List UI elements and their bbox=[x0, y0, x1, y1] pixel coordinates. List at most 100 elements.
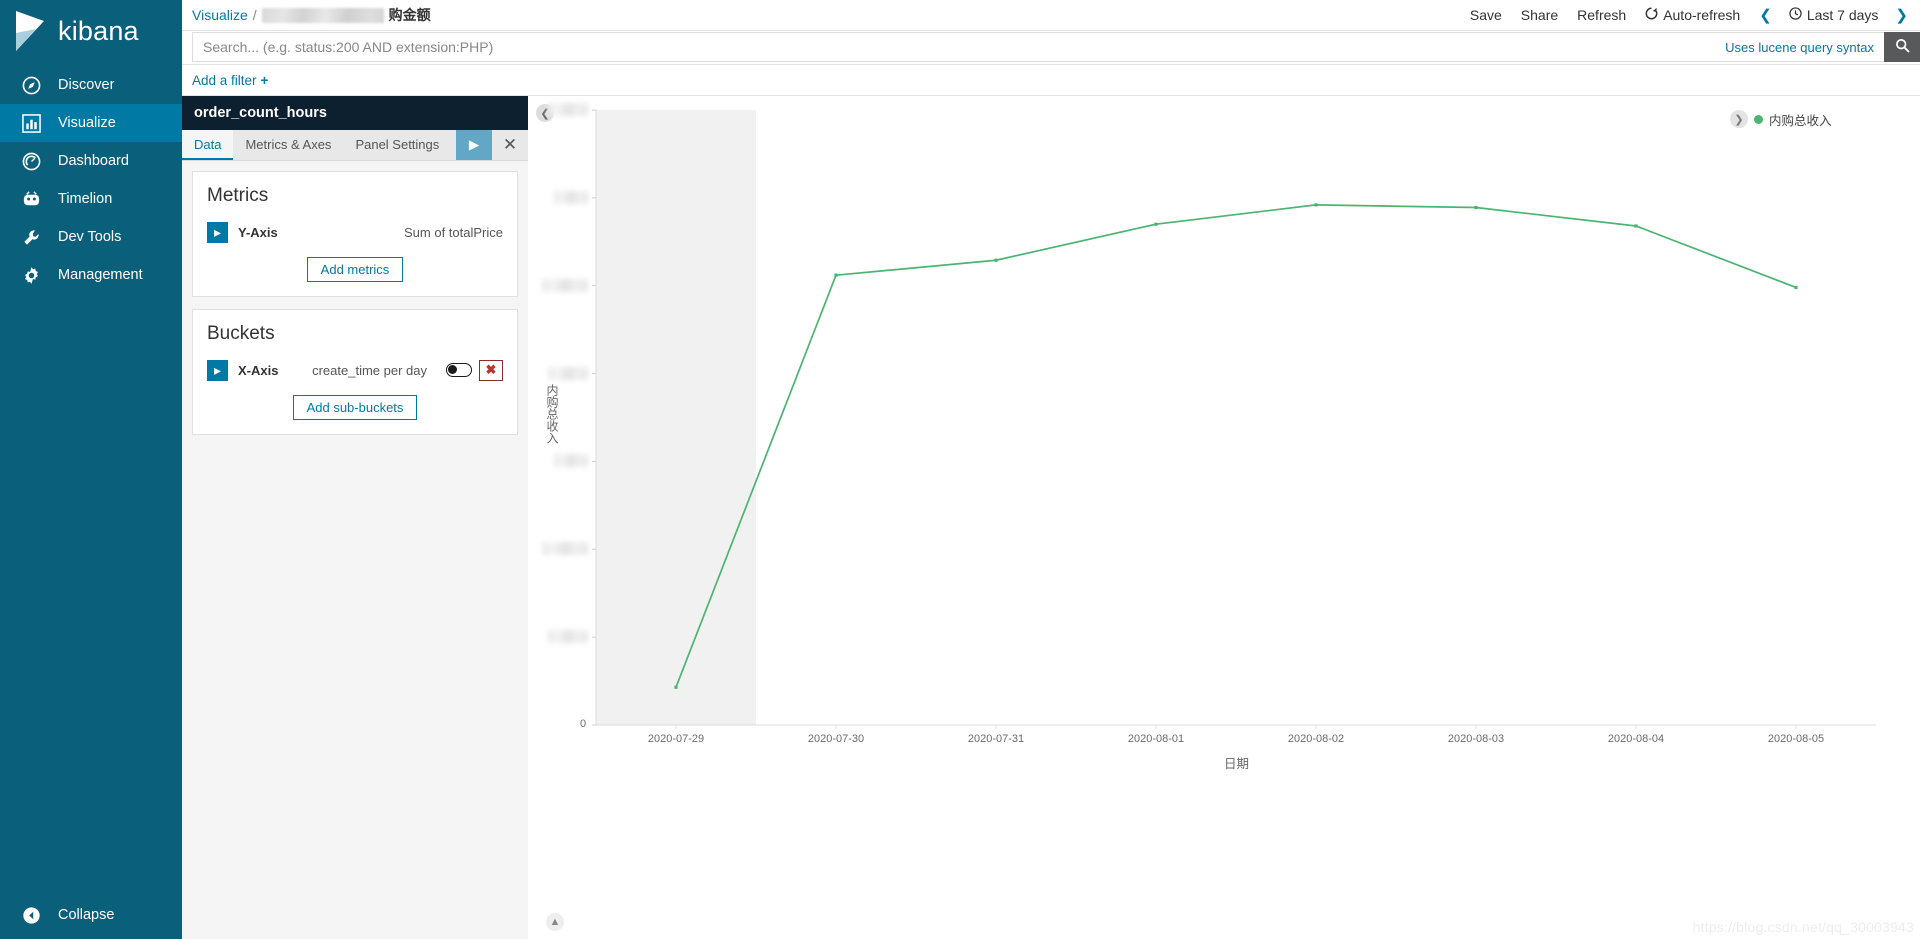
sidebar-item-label: Management bbox=[58, 267, 143, 283]
sidebar-item-dashboard[interactable]: Dashboard bbox=[0, 142, 182, 180]
play-icon: ▶ bbox=[468, 137, 480, 152]
kibana-app: kibana Discover Visualize Dashboard Time… bbox=[0, 0, 1920, 939]
add-filter-button[interactable]: Add a filter + bbox=[192, 73, 268, 88]
timelion-icon bbox=[20, 188, 42, 210]
sidebar-item-timelion[interactable]: Timelion bbox=[0, 180, 182, 218]
data-point[interactable] bbox=[1154, 222, 1158, 226]
add-metrics-button[interactable]: Add metrics bbox=[306, 257, 404, 282]
sidebar-item-label: Timelion bbox=[58, 191, 113, 207]
search-input[interactable] bbox=[203, 39, 1726, 55]
tab-data[interactable]: Data bbox=[182, 130, 234, 160]
bucket-axis-label: X-Axis bbox=[238, 362, 279, 378]
sidebar-collapse-button[interactable]: Collapse bbox=[0, 891, 182, 939]
kibana-logo-icon bbox=[14, 11, 48, 51]
query-bar: Uses lucene query syntax bbox=[182, 31, 1920, 65]
legend-label: 内购总收入 bbox=[1769, 114, 1832, 128]
filter-bar: Add a filter + bbox=[182, 65, 1920, 96]
gear-icon bbox=[20, 264, 42, 286]
data-point[interactable] bbox=[834, 273, 838, 277]
auto-refresh-button[interactable]: Auto-refresh bbox=[1645, 7, 1740, 23]
dashboard-icon bbox=[20, 150, 42, 172]
x-axis-title: 日期 bbox=[1224, 757, 1250, 771]
bucket-enable-toggle[interactable] bbox=[446, 363, 472, 377]
sidebar-item-label: Discover bbox=[58, 77, 115, 93]
time-prev-icon[interactable]: ❮ bbox=[1759, 8, 1772, 23]
lucene-syntax-link[interactable]: Uses lucene query syntax bbox=[1725, 40, 1874, 55]
bucket-row-controls: ✖ bbox=[446, 359, 503, 381]
expand-caret-icon[interactable]: ▸ bbox=[207, 359, 228, 381]
vis-title-bar: order_count_hours bbox=[182, 96, 528, 130]
y-tick-label-redacted bbox=[548, 366, 588, 380]
time-range-picker[interactable]: Last 7 days bbox=[1789, 7, 1879, 23]
y-tick-label-redacted bbox=[542, 278, 588, 292]
bucket-row-x-axis[interactable]: ▸ X-Axis create_time per day ✖ bbox=[207, 357, 503, 383]
collapse-left-icon bbox=[20, 904, 42, 926]
data-point[interactable] bbox=[1634, 224, 1638, 228]
collapse-label: Collapse bbox=[58, 907, 115, 923]
save-button[interactable]: Save bbox=[1470, 7, 1502, 23]
share-button[interactable]: Share bbox=[1521, 7, 1558, 23]
metric-row-y-axis[interactable]: ▸ Y-Axis Sum of totalPrice bbox=[207, 219, 503, 245]
y-tick-label-redacted bbox=[554, 190, 588, 204]
plus-icon: + bbox=[260, 72, 269, 88]
main-region: Visualize / 购金额 Save Share Refresh Auto-… bbox=[182, 0, 1920, 939]
metric-axis-label: Y-Axis bbox=[238, 224, 278, 240]
remove-bucket-button[interactable]: ✖ bbox=[479, 359, 503, 381]
add-filter-label: Add a filter bbox=[192, 72, 257, 88]
sidebar-item-discover[interactable]: Discover bbox=[0, 66, 182, 104]
sidebar-item-label: Dashboard bbox=[58, 153, 129, 169]
sidebar-item-label: Dev Tools bbox=[58, 229, 122, 245]
visualization-pane: ❮ ▲ 0 2020-07-29 2020-07-30 2020-07-31 202 bbox=[528, 96, 1920, 939]
metrics-actions: Add metrics bbox=[207, 257, 503, 282]
tab-metrics-axes[interactable]: Metrics & Axes bbox=[233, 130, 343, 160]
tab-label: Metrics & Axes bbox=[245, 136, 332, 152]
x-tick-label: 2020-08-01 bbox=[1127, 733, 1185, 745]
partial-bucket-shading bbox=[596, 110, 756, 725]
line-chart bbox=[592, 109, 1876, 729]
vis-title: order_count_hours bbox=[194, 105, 327, 121]
top-bar: Visualize / 购金额 Save Share Refresh Auto-… bbox=[182, 0, 1920, 31]
y-axis-title: 内购总收入 bbox=[545, 383, 559, 444]
expand-caret-icon[interactable]: ▸ bbox=[207, 221, 228, 243]
legend-item[interactable]: 内购总收入 bbox=[1754, 110, 1832, 129]
legend-collapse-icon[interactable]: ❯ bbox=[1730, 110, 1748, 128]
search-submit-button[interactable] bbox=[1884, 32, 1920, 62]
kibana-logo[interactable]: kibana bbox=[0, 0, 182, 62]
y-tick-label-redacted bbox=[548, 630, 588, 644]
data-point[interactable] bbox=[1314, 203, 1318, 207]
legend-color-swatch bbox=[1754, 115, 1763, 124]
spy-panel-bottom-icon[interactable]: ▲ bbox=[546, 913, 564, 931]
x-tick-label: 2020-08-04 bbox=[1607, 733, 1665, 745]
refresh-cycle-icon bbox=[1645, 7, 1658, 23]
editor-body: Metrics ▸ Y-Axis Sum of totalPrice Add m… bbox=[182, 161, 528, 939]
vis-editor-panel: order_count_hours Data Metrics & Axes Pa… bbox=[182, 96, 540, 939]
editor-tabs: Data Metrics & Axes Panel Settings ▶ ✕ bbox=[182, 130, 528, 161]
sidebar-item-dev-tools[interactable]: Dev Tools bbox=[0, 218, 182, 256]
kibana-wordmark: kibana bbox=[58, 15, 139, 46]
time-next-icon[interactable]: ❯ bbox=[1895, 8, 1908, 23]
data-point[interactable] bbox=[674, 685, 678, 689]
series-data-points bbox=[674, 203, 1798, 689]
sidebar-item-visualize[interactable]: Visualize bbox=[0, 104, 182, 142]
time-range-nav: ❮ Last 7 days ❯ bbox=[1759, 7, 1908, 23]
search-icon bbox=[1895, 38, 1910, 56]
discard-changes-button[interactable]: ✕ bbox=[492, 130, 528, 160]
auto-refresh-label: Auto-refresh bbox=[1663, 7, 1741, 23]
breadcrumb-visualize-link[interactable]: Visualize bbox=[192, 7, 248, 23]
time-range-label: Last 7 days bbox=[1806, 7, 1879, 23]
sidebar-item-management[interactable]: Management bbox=[0, 256, 182, 294]
refresh-button[interactable]: Refresh bbox=[1577, 7, 1626, 23]
bar-chart-icon bbox=[20, 112, 42, 134]
add-sub-buckets-button[interactable]: Add sub-buckets bbox=[292, 395, 418, 420]
series-line-path bbox=[675, 204, 1797, 689]
data-point[interactable] bbox=[1474, 205, 1478, 210]
sidebar-item-label: Visualize bbox=[58, 115, 116, 131]
x-tick-label: 2020-07-30 bbox=[807, 733, 865, 745]
breadcrumb-current-title: 购金额 bbox=[388, 7, 431, 23]
apply-changes-button[interactable]: ▶ bbox=[456, 130, 492, 160]
global-nav-sidebar: kibana Discover Visualize Dashboard Time… bbox=[0, 0, 182, 939]
data-point[interactable] bbox=[994, 258, 998, 262]
x-tick-label: 2020-07-29 bbox=[647, 733, 705, 745]
tab-panel-settings[interactable]: Panel Settings bbox=[343, 130, 451, 160]
x-tick-label: 2020-08-02 bbox=[1287, 733, 1345, 745]
